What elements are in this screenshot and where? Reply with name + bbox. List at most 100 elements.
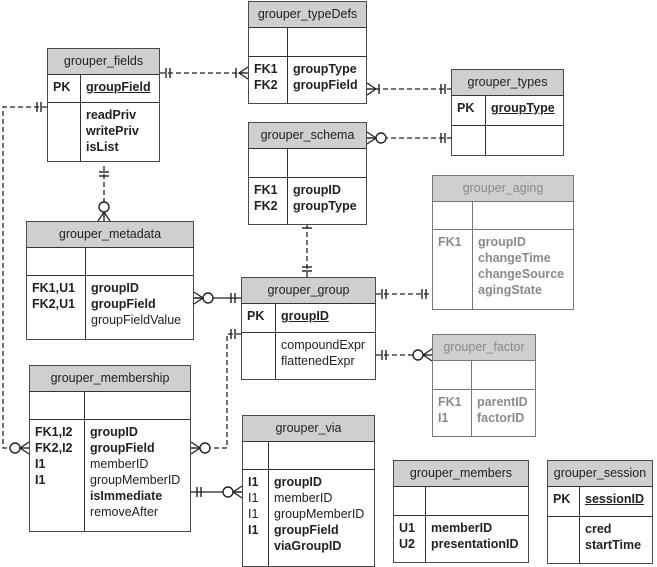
field-column xyxy=(472,361,535,389)
field-column: compoundExpr flattenedExpr xyxy=(276,333,375,379)
primary-key-section xyxy=(394,487,528,516)
entity-title: grouper_aging xyxy=(433,176,573,202)
entity-grouper-metadata[interactable]: grouper_metadata FK1,U1 FK2,U1 groupID group… xyxy=(26,221,194,340)
primary-key-section xyxy=(27,248,193,276)
field-column: groupField xyxy=(81,75,159,102)
field-column: groupID xyxy=(276,304,375,332)
field-cred: cred xyxy=(585,522,612,536)
rel-membership-via-many-circle xyxy=(222,486,234,498)
field-removeAfter: removeAfter xyxy=(90,505,159,519)
entity-grouper-via[interactable]: grouper_via I1 I1 I1 I1 groupID memberID groupM… xyxy=(242,415,375,567)
rel-fields-metadata-many-circle xyxy=(98,201,110,213)
key-column xyxy=(27,248,86,275)
attributes-section: FK1 FK2 groupType groupField xyxy=(249,57,366,103)
key-label: FK1 xyxy=(254,62,278,76)
field-sessionID: sessionID xyxy=(585,492,645,506)
field-groupID: groupID xyxy=(91,281,139,295)
field-viaGroupID: viaGroupID xyxy=(274,539,342,553)
field-column: readPriv writePriv isList xyxy=(81,103,159,161)
field-changeTime: changeTime xyxy=(478,251,551,265)
field-groupType: groupType xyxy=(491,101,555,115)
field-column: groupID memberID groupMemberID groupField vi… xyxy=(269,470,374,566)
entity-grouper-session[interactable]: grouper_session PK sessionID cred startTime xyxy=(547,460,653,564)
field-column: memberID presentationID xyxy=(426,516,528,562)
entity-grouper-aging[interactable]: grouper_aging FK1 groupID changeTime changeS… xyxy=(432,175,574,310)
field-column: groupType xyxy=(486,96,563,125)
entity-grouper-members[interactable]: grouper_members U1 U2 memberID presentationI… xyxy=(393,460,529,563)
entity-grouper-typeDefs[interactable]: grouper_typeDefs FK1 FK2 groupType groupFiel… xyxy=(248,1,367,104)
key-column: FK1 xyxy=(433,230,473,309)
rel-group-membership-many-circle xyxy=(199,442,211,454)
entity-title: grouper_schema xyxy=(249,123,366,149)
key-column xyxy=(242,333,276,379)
field-column xyxy=(85,392,190,419)
key-column xyxy=(249,28,288,56)
attributes-section: cred startTime xyxy=(548,517,652,563)
key-column xyxy=(548,517,580,563)
field-groupType: groupType xyxy=(293,199,357,213)
key-column: PK xyxy=(48,75,81,102)
field-writePriv: writePriv xyxy=(86,124,139,138)
field-groupMemberID: groupMemberID xyxy=(274,507,365,521)
entity-grouper-fields[interactable]: grouper_fields PK groupField readPriv writeP… xyxy=(47,48,160,162)
key-column xyxy=(433,202,473,229)
field-groupField: groupField xyxy=(90,441,155,455)
field-groupField: groupField xyxy=(91,297,156,311)
rel-fields-membership-many-circle xyxy=(9,442,21,454)
primary-key-section: PK groupField xyxy=(48,75,159,103)
entity-title: grouper_membership xyxy=(30,366,190,392)
attributes-section: compoundExpr flattenedExpr xyxy=(242,333,375,379)
primary-key-section xyxy=(433,361,535,390)
key-label: FK1 xyxy=(438,235,462,249)
primary-key-section xyxy=(30,392,190,420)
rel-group-membership xyxy=(191,333,241,449)
primary-key-section xyxy=(433,202,573,230)
attributes-section: FK1 groupID changeTime changeSource agingSta… xyxy=(433,230,573,309)
key-label: FK2,U1 xyxy=(32,297,76,311)
key-column xyxy=(452,126,486,155)
field-groupID: groupID xyxy=(90,425,138,439)
field-column: sessionID xyxy=(580,487,652,516)
primary-key-section: PK groupType xyxy=(452,96,563,126)
entity-grouper-types[interactable]: grouper_types PK groupType xyxy=(451,69,564,156)
entity-grouper-factor[interactable]: grouper_factor FK1 I1 parentID factorID xyxy=(432,334,536,437)
key-column xyxy=(433,361,472,389)
key-label: I1 xyxy=(248,507,259,521)
key-column: PK xyxy=(242,304,276,332)
field-column xyxy=(426,487,528,515)
primary-key-section xyxy=(243,442,374,470)
key-column xyxy=(48,103,81,161)
field-groupID: groupID xyxy=(478,235,526,249)
attributes-section: FK1 I1 parentID factorID xyxy=(433,390,535,436)
entity-title: grouper_session xyxy=(548,461,652,487)
key-label: U1 xyxy=(399,521,415,535)
field-readPriv: readPriv xyxy=(86,108,137,122)
attributes-section: FK1,U1 FK2,U1 groupID groupField groupFieldV… xyxy=(27,276,193,339)
entity-title: grouper_metadata xyxy=(27,222,193,248)
key-label: FK2 xyxy=(254,199,278,213)
field-groupID: groupID xyxy=(293,183,341,197)
key-column xyxy=(243,442,269,469)
field-column: cred startTime xyxy=(580,517,652,563)
field-flattenedExpr: flattenedExpr xyxy=(281,354,355,368)
entity-grouper-membership[interactable]: grouper_membership FK1,I2 FK2,I2 I1 I1 groupI… xyxy=(29,365,191,532)
field-column: groupID groupField memberID groupMemberID is… xyxy=(85,420,190,531)
entity-title: grouper_typeDefs xyxy=(249,2,366,28)
key-column: I1 I1 I1 I1 xyxy=(243,470,269,566)
entity-grouper-group[interactable]: grouper_group PK groupID compoundExpr flatte… xyxy=(241,277,376,380)
key-column: FK1 FK2 xyxy=(249,57,288,103)
field-column xyxy=(486,126,563,155)
attributes-section: FK1 FK2 groupID groupType xyxy=(249,178,366,224)
key-label: I1 xyxy=(248,491,259,505)
field-changeSource: changeSource xyxy=(478,267,565,281)
key-label: FK1,U1 xyxy=(32,281,76,295)
primary-key-section: PK groupID xyxy=(242,304,375,333)
field-groupFieldValue: groupFieldValue xyxy=(91,313,182,327)
key-label: PK xyxy=(457,101,475,115)
field-memberID: memberID xyxy=(431,521,493,535)
entity-grouper-schema[interactable]: grouper_schema FK1 FK2 groupID groupType xyxy=(248,122,367,225)
primary-key-section xyxy=(249,149,366,178)
attributes-section: FK1,I2 FK2,I2 I1 I1 groupID groupField memberI… xyxy=(30,420,190,531)
attributes-section: I1 I1 I1 I1 groupID memberID groupMemberID grou… xyxy=(243,470,374,566)
field-memberID: memberID xyxy=(90,457,149,471)
